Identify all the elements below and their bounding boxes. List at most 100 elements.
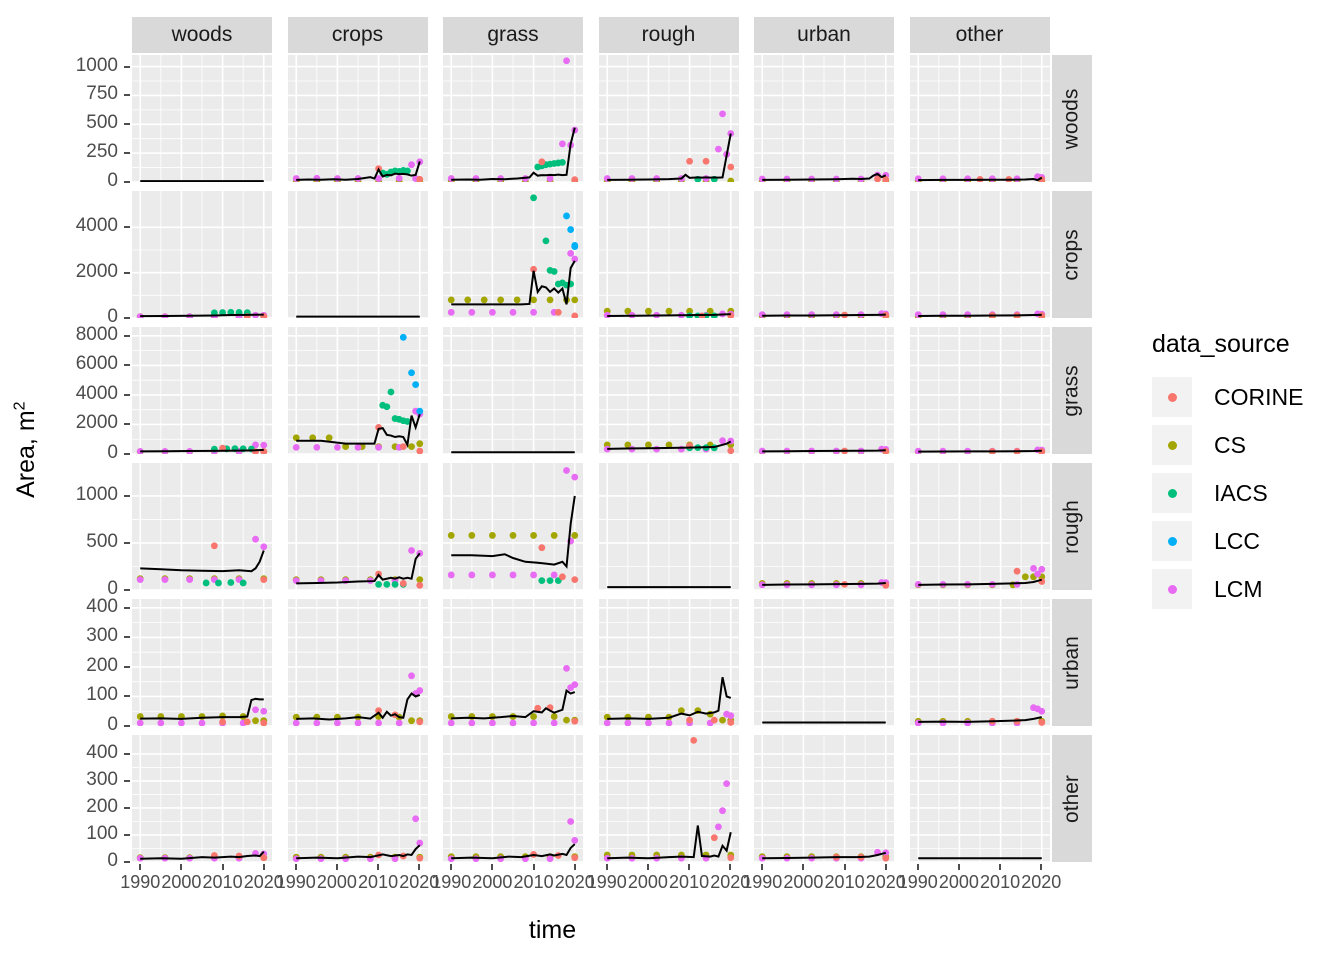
panel-woods-other <box>909 55 1050 182</box>
panel-urban-grass <box>443 599 583 726</box>
column-strip-woods: woods <box>132 17 272 53</box>
y-tick-label: 200 <box>86 795 118 817</box>
panel-urban-other <box>909 599 1050 726</box>
legend-key-swatch <box>1152 425 1192 465</box>
y-tick-mark <box>124 752 130 755</box>
x-tick-label: 1990 <box>431 872 472 892</box>
y-axis-title: Area, m2 <box>6 0 46 900</box>
y-tick-mark <box>124 494 130 497</box>
legend-point-icon <box>1167 440 1177 450</box>
y-tick-mark <box>124 123 130 126</box>
y-tick-label: 8000 <box>75 323 118 345</box>
panel-woods-woods <box>132 55 272 182</box>
legend-key-swatch <box>1152 521 1192 561</box>
legend-item-label: IACS <box>1214 479 1268 506</box>
panel-grass-other <box>909 327 1050 454</box>
row-strip-label: rough <box>1059 499 1083 554</box>
panel-crops-woods <box>132 191 272 318</box>
panel-other-crops <box>287 735 428 862</box>
panel-grass-urban <box>754 327 894 454</box>
y-axis-title-text: Area, m <box>11 410 40 499</box>
x-tick-label: 2000 <box>783 872 824 892</box>
y-tick-label: 1000 <box>75 54 118 76</box>
legend-key-swatch <box>1152 473 1192 513</box>
y-tick-label: 500 <box>86 530 118 552</box>
y-tick-mark <box>124 423 130 426</box>
x-tick-label: 2000 <box>316 872 357 892</box>
panel-other-urban <box>754 735 894 862</box>
x-tick-mark <box>532 864 535 870</box>
column-strip-grass: grass <box>443 17 583 53</box>
panel-urban-crops <box>287 599 428 726</box>
legend-item-label: CORINE <box>1214 383 1304 410</box>
row-strip-label: grass <box>1059 364 1083 417</box>
y-tick-mark <box>124 541 130 544</box>
row-strip-crops: crops <box>1051 191 1092 318</box>
x-tick-mark <box>999 864 1002 870</box>
y-tick-label: 400 <box>86 741 118 763</box>
x-tick-mark <box>761 864 764 870</box>
column-strip-other: other <box>909 17 1050 53</box>
legend-key-swatch <box>1152 377 1192 417</box>
legend-point-icon <box>1167 536 1177 546</box>
row-strip-label: crops <box>1059 228 1083 281</box>
panel-rough-urban <box>754 463 894 590</box>
x-tick-mark <box>335 864 338 870</box>
x-tick-label: 1990 <box>586 872 627 892</box>
legend-item-iacs[interactable]: IACS <box>1152 469 1303 517</box>
y-tick-label: 300 <box>86 625 118 647</box>
x-tick-label: 2010 <box>669 872 710 892</box>
y-tick-label: 200 <box>86 654 118 676</box>
y-tick-mark <box>124 364 130 367</box>
row-strip-label: other <box>1059 774 1083 823</box>
panel-crops-other <box>909 191 1050 318</box>
legend: data_source CORINE CS IACS LCC LCM <box>1152 330 1303 613</box>
x-tick-label: 2010 <box>202 872 243 892</box>
x-tick-mark <box>802 864 805 870</box>
y-tick-mark <box>124 453 130 455</box>
x-tick-mark <box>294 864 297 870</box>
x-tick-mark <box>450 864 453 870</box>
legend-title: data_source <box>1152 330 1290 358</box>
panel-rough-woods <box>132 463 272 590</box>
column-strip-label: crops <box>331 23 384 46</box>
y-tick-mark <box>124 665 130 668</box>
row-strip-woods: woods <box>1051 55 1092 182</box>
legend-item-lcc[interactable]: LCC <box>1152 517 1303 565</box>
y-tick-mark <box>124 861 130 863</box>
y-tick-label: 750 <box>86 83 118 105</box>
y-tick-label: 300 <box>86 768 118 790</box>
y-tick-mark <box>124 317 130 319</box>
legend-item-cs[interactable]: CS <box>1152 421 1303 469</box>
x-tick-label: 2010 <box>358 872 399 892</box>
x-tick-label: 2010 <box>824 872 865 892</box>
x-tick-label: 2000 <box>161 872 202 892</box>
y-tick-label: 1000 <box>75 483 118 505</box>
legend-item-list: CORINE CS IACS LCC LCM <box>1152 373 1303 613</box>
x-tick-label: 2000 <box>627 872 668 892</box>
y-tick-label: 2000 <box>75 260 118 282</box>
x-tick-mark <box>884 864 887 870</box>
x-tick-label: 1990 <box>897 872 938 892</box>
y-tick-label: 4000 <box>75 215 118 237</box>
y-tick-label: 0 <box>107 850 118 871</box>
column-strip-label: urban <box>797 23 851 46</box>
panel-woods-grass <box>443 55 583 182</box>
y-tick-mark <box>124 393 130 396</box>
x-tick-mark <box>957 864 960 870</box>
legend-item-label: CS <box>1214 431 1246 458</box>
y-tick-label: 100 <box>86 684 118 706</box>
x-tick-label: 1990 <box>275 872 316 892</box>
x-tick-mark <box>221 864 224 870</box>
panel-rough-grass <box>443 463 583 590</box>
legend-item-corine[interactable]: CORINE <box>1152 373 1303 421</box>
panel-woods-crops <box>287 55 428 182</box>
legend-item-lcm[interactable]: LCM <box>1152 565 1303 613</box>
y-tick-mark <box>124 94 130 97</box>
y-axis-title-superscript: 2 <box>11 401 29 411</box>
column-strip-crops: crops <box>287 17 428 53</box>
legend-item-label: LCC <box>1214 527 1261 554</box>
row-strip-rough: rough <box>1051 463 1092 590</box>
y-tick-label: 0 <box>107 714 118 735</box>
y-tick-label: 0 <box>107 442 118 463</box>
